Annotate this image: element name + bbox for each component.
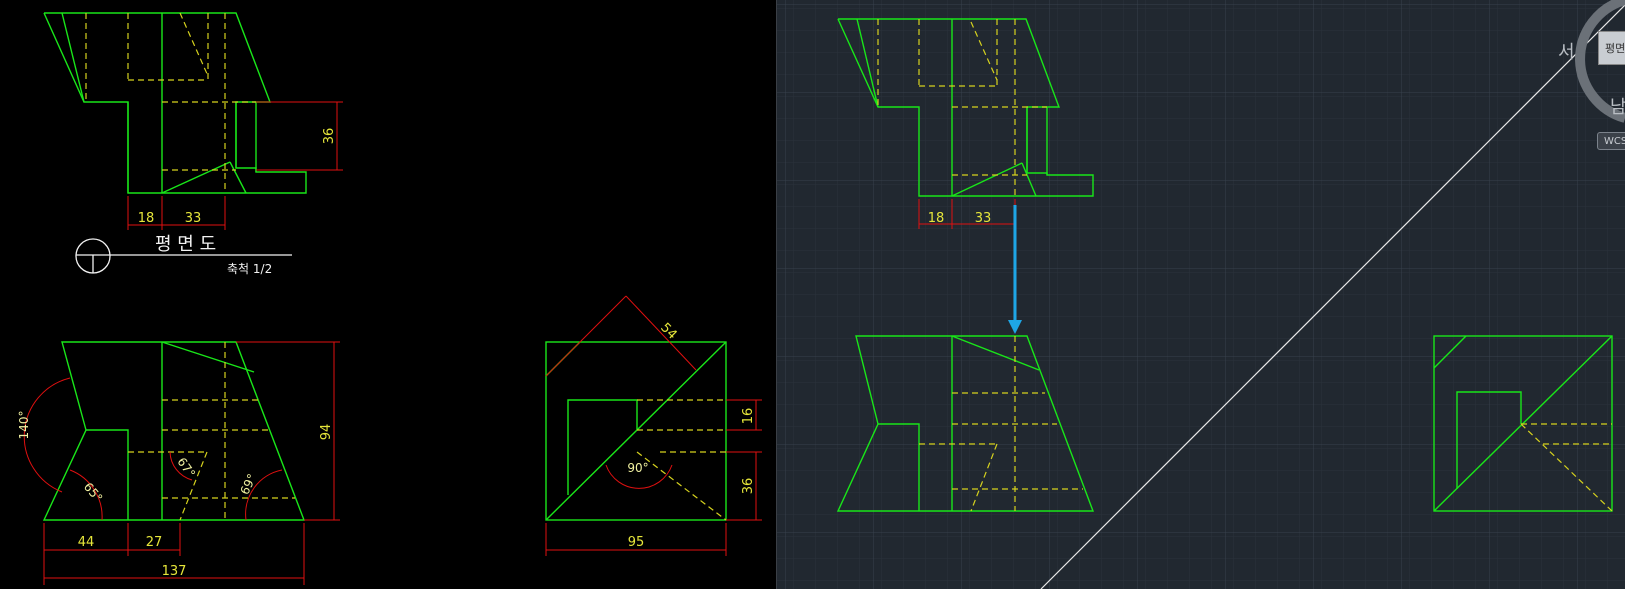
plan-dim-33: 33 xyxy=(185,211,202,226)
viewcube-west-label[interactable]: 서 xyxy=(1558,38,1575,64)
plan-title: 평 면 도 xyxy=(155,234,216,255)
front-angle-140: 140° xyxy=(17,411,31,440)
front-angle-69: 69° xyxy=(238,472,260,497)
grid xyxy=(777,0,1625,589)
wcs-menu-button[interactable]: WCS xyxy=(1597,132,1625,150)
plan-dim-18: 18 xyxy=(138,211,155,226)
side-view xyxy=(545,295,762,556)
left-drawing-pane[interactable]: 18 33 36 평 면 도 축척 1/2 44 27 137 94 140° … xyxy=(0,0,776,589)
front-dim-137: 137 xyxy=(162,564,187,579)
front-dim-44: 44 xyxy=(78,535,95,550)
plan-scale: 축척 1/2 xyxy=(227,262,272,276)
model-viewport[interactable]: 18 33 xyxy=(777,0,1625,589)
front-dim-27: 27 xyxy=(146,535,163,550)
plan-dim-36: 36 xyxy=(322,128,337,145)
front-dim-94: 94 xyxy=(319,424,334,441)
viewport-canvas: 18 33 xyxy=(777,0,1625,589)
side-dim-36: 36 xyxy=(741,478,756,495)
viewport-plan-dim-33: 33 xyxy=(975,211,992,226)
side-angle-90: 90° xyxy=(627,461,648,475)
side-dim-95: 95 xyxy=(628,535,645,550)
plan-view xyxy=(43,12,343,230)
front-angle-67: 67° xyxy=(174,455,198,480)
viewcube-top-face[interactable]: 평면 xyxy=(1598,31,1625,65)
left-drawing-canvas: 18 33 36 평 면 도 축척 1/2 44 27 137 94 140° … xyxy=(17,12,762,585)
viewport-plan-dim-18: 18 xyxy=(928,211,945,226)
side-dim-54: 54 xyxy=(657,320,679,342)
viewcube-south-label[interactable]: 남 xyxy=(1610,93,1625,119)
side-dim-16: 16 xyxy=(741,408,756,425)
front-angle-65: 65° xyxy=(81,480,105,505)
